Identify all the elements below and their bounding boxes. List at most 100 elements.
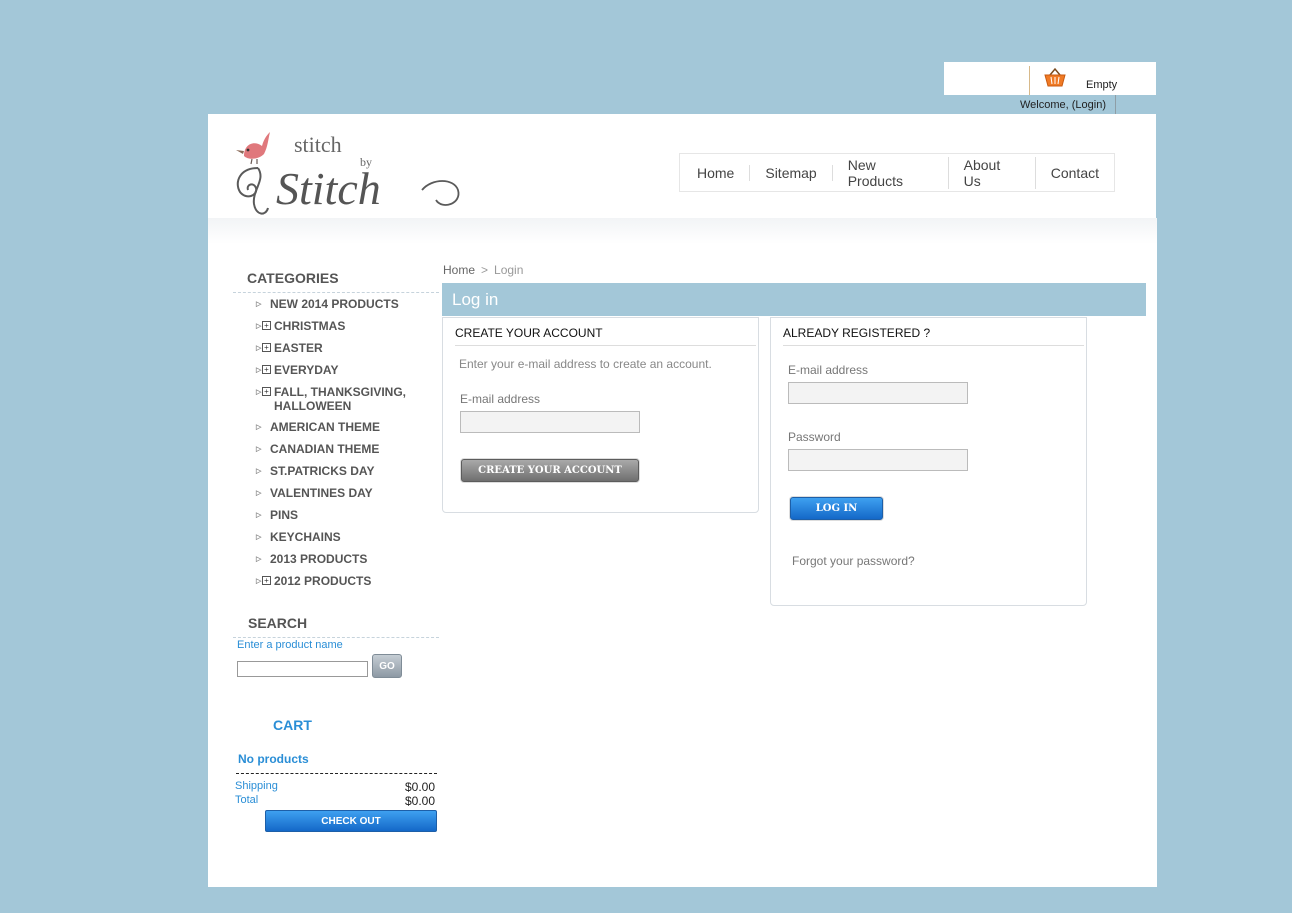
category-item[interactable]: ▷ NEW 2014 PRODUCTS [256,297,446,319]
content-area: CATEGORIES ▷ NEW 2014 PRODUCTS ▷ + CHRISTMAS… [208,218,1157,887]
create-account-box: CREATE YOUR ACCOUNT Enter your e-mail ad… [442,317,759,513]
login-divider [783,345,1084,346]
create-account-divider [455,345,756,346]
shipping-value: $0.00 [404,780,435,794]
category-label: 2012 PRODUCTS [274,574,372,588]
category-arrow-icon: ▷ [256,389,262,396]
cart-total-row: Total $0.00 [235,794,435,808]
search-hint: Enter a product name [237,639,343,651]
total-value: $0.00 [404,794,435,808]
password-input[interactable] [788,449,968,471]
category-label: CHRISTMAS [274,319,346,333]
main-nav: Home Sitemap New Products About Us Conta… [679,153,1115,192]
category-item[interactable]: ▷ VALENTINES DAY [256,486,446,508]
cart-shipping-row: Shipping $0.00 [235,780,435,794]
category-label: VALENTINES DAY [270,486,373,500]
category-label: 2013 PRODUCTS [270,552,368,566]
svg-text:Stitch: Stitch [276,163,381,214]
category-item[interactable]: ▷ PINS [256,508,446,530]
category-item[interactable]: ▷ + EVERYDAY [256,363,446,385]
category-arrow-icon: ▷ [256,556,262,563]
category-list: ▷ NEW 2014 PRODUCTS ▷ + CHRISTMAS ▷ + EASTER ▷ + E… [256,297,446,596]
create-account-title: CREATE YOUR ACCOUNT [455,326,603,340]
header: stitch by Stitch Home Sitemap New Produc… [208,114,1156,218]
category-item[interactable]: ▷ + FALL, THANKSGIVING, HALLOWEEN [256,385,446,420]
create-account-button[interactable]: CREATE YOUR ACCOUNT [461,459,639,482]
category-arrow-icon: ▷ [256,345,262,352]
category-item[interactable]: ▷ + CHRISTMAS [256,319,446,341]
nav-sitemap[interactable]: Sitemap [750,164,833,181]
cart-status-text[interactable]: Empty [1086,79,1117,91]
svg-text:stitch: stitch [294,132,342,157]
login-button[interactable]: LOG IN [790,497,883,520]
expand-plus-icon[interactable]: + [262,321,271,330]
login-email-label: E-mail address [788,363,869,377]
expand-plus-icon[interactable]: + [262,343,271,352]
checkout-button[interactable]: CHECK OUT [265,810,437,832]
nav-home[interactable]: Home [682,164,751,181]
category-item[interactable]: ▷ KEYCHAINS [256,530,446,552]
category-item[interactable]: ▷ ST.PATRICKS DAY [256,464,446,486]
category-item[interactable]: ▷ + EASTER [256,341,446,363]
nav-contact[interactable]: Contact [1036,165,1114,181]
shipping-label: Shipping [235,780,278,792]
welcome-login-link[interactable]: Welcome, (Login) [1010,95,1116,114]
basket-icon[interactable] [1044,67,1066,87]
category-label: EVERYDAY [274,363,339,377]
nav-about-us[interactable]: About Us [949,156,1036,189]
category-arrow-icon: ▷ [256,446,262,453]
categories-title: CATEGORIES [247,270,339,286]
login-box: ALREADY REGISTERED ? E-mail address Pass… [770,317,1087,606]
category-arrow-icon: ▷ [256,512,262,519]
password-label: Password [788,430,841,444]
breadcrumb-home[interactable]: Home [443,263,475,277]
breadcrumb: Home > Login [443,263,523,277]
create-email-label: E-mail address [460,392,541,406]
category-label: CANADIAN THEME [270,442,380,456]
nav-new-products[interactable]: New Products [833,156,949,189]
page-title: Log in [442,283,1146,316]
cart-title[interactable]: CART [273,717,312,733]
category-arrow-icon: ▷ [256,424,262,431]
category-item[interactable]: ▷ +2012 PRODUCTS [256,574,446,596]
create-account-hint: Enter your e-mail address to create an a… [459,357,712,371]
category-arrow-icon: ▷ [256,490,262,497]
category-arrow-icon: ▷ [256,367,262,374]
category-label: KEYCHAINS [270,530,341,544]
search-input[interactable] [237,661,368,677]
category-item[interactable]: ▷ AMERICAN THEME [256,420,446,442]
cart-divider [236,773,437,774]
top-cart-bar: Empty [944,62,1156,95]
expand-plus-icon[interactable]: + [262,387,271,396]
search-divider [233,637,439,638]
search-title: SEARCH [248,615,308,631]
total-label: Total [235,794,259,806]
category-arrow-icon: ▷ [256,534,262,541]
category-label: ST.PATRICKS DAY [270,464,375,478]
category-label: FALL, THANKSGIVING, HALLOWEEN [274,385,406,413]
category-arrow-icon: ▷ [256,323,262,330]
login-title: ALREADY REGISTERED ? [783,326,931,340]
create-email-input[interactable] [460,411,640,433]
stitch-by-stitch-logo[interactable]: stitch by Stitch [232,124,464,220]
categories-divider [233,292,439,293]
category-label: NEW 2014 PRODUCTS [270,297,399,311]
category-arrow-icon: ▷ [256,301,262,308]
login-email-input[interactable] [788,382,968,404]
top-bar-divider [1029,66,1030,95]
category-item[interactable]: ▷ CANADIAN THEME [256,442,446,464]
expand-plus-icon[interactable]: + [262,365,271,374]
search-go-button[interactable]: GO [372,654,402,678]
category-label: PINS [270,508,299,522]
category-label: AMERICAN THEME [270,420,380,434]
breadcrumb-current: Login [494,263,524,277]
breadcrumb-separator: > [481,263,489,277]
forgot-password-link[interactable]: Forgot your password? [792,554,915,568]
category-arrow-icon: ▷ [256,578,262,585]
content-top-fade [208,218,1157,244]
category-item[interactable]: ▷ 2013 PRODUCTS [256,552,446,574]
category-arrow-icon: ▷ [256,468,262,475]
cart-empty-text: No products [238,752,309,766]
category-label: EASTER [274,341,323,355]
expand-plus-icon[interactable]: + [262,576,271,585]
